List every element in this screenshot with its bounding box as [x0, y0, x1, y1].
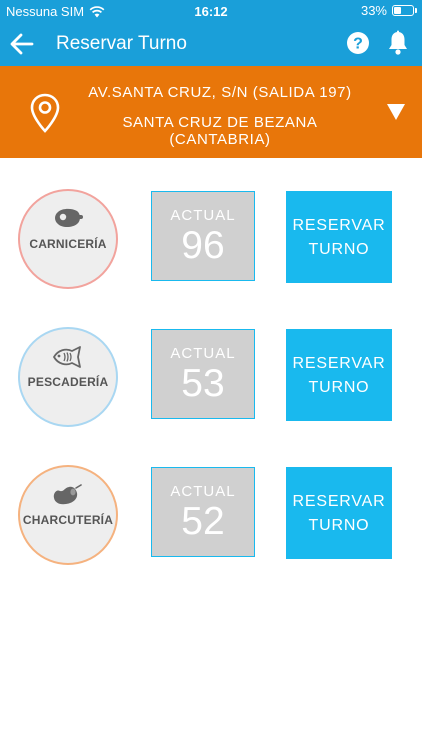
app-header: Reservar Turno ? — [0, 22, 422, 66]
reserve-turn-button[interactable]: RESERVAR TURNO — [286, 329, 392, 421]
department-name: CARNICERÍA — [29, 237, 107, 251]
current-turn-box: ACTUAL 53 — [151, 329, 255, 419]
reserve-label-line2: TURNO — [308, 517, 370, 534]
reserve-turn-button[interactable]: RESERVAR TURNO — [286, 467, 392, 559]
location-selector[interactable]: AV.SANTA CRUZ, S/N (SALIDA 197) SANTA CR… — [0, 66, 422, 158]
department-row-pescaderia: PESCADERÍA ACTUAL 53 RESERVAR TURNO — [0, 327, 422, 427]
reserve-label-line1: RESERVAR — [292, 493, 386, 510]
location-address: AV.SANTA CRUZ, S/N (SALIDA 197) — [88, 84, 352, 101]
reserve-label-line1: RESERVAR — [292, 217, 386, 234]
current-turn-number: 53 — [181, 362, 225, 405]
reserve-label-line2: TURNO — [308, 379, 370, 396]
department-row-carniceria: CARNICERÍA ACTUAL 96 RESERVAR TURNO — [0, 189, 422, 289]
current-turn-box: ACTUAL 52 — [151, 467, 255, 557]
battery-icon — [392, 5, 417, 16]
caret-down-icon[interactable] — [386, 103, 406, 121]
status-bar: Nessuna SIM 16:12 33% — [0, 0, 422, 22]
page-title: Reservar Turno — [56, 33, 187, 54]
current-turn-number: 52 — [181, 500, 225, 543]
current-turn-number: 96 — [181, 224, 225, 267]
current-turn-label: ACTUAL — [170, 207, 236, 224]
map-pin-icon — [30, 93, 60, 133]
arrow-left-icon[interactable] — [8, 30, 36, 58]
location-city: SANTA CRUZ DE BEZANA (CANTABRIA) — [122, 114, 318, 148]
sausage-icon — [53, 484, 82, 505]
battery-percent: 33% — [360, 3, 387, 18]
meat-icon — [55, 208, 83, 227]
current-turn-label: ACTUAL — [170, 483, 236, 500]
svg-text:?: ? — [353, 36, 363, 53]
department-row-charcuteria: CHARCUTERÍA ACTUAL 52 RESERVAR TURNO — [0, 465, 422, 565]
reserve-turn-button[interactable]: RESERVAR TURNO — [286, 191, 392, 283]
question-circle-icon[interactable]: ? — [346, 31, 370, 55]
current-turn-box: ACTUAL 96 — [151, 191, 255, 281]
department-badge: CARNICERÍA — [18, 189, 118, 289]
current-turn-label: ACTUAL — [170, 345, 236, 362]
clock: 16:12 — [194, 4, 228, 19]
fish-icon — [53, 346, 81, 368]
reserve-label-line1: RESERVAR — [292, 355, 386, 372]
department-name: PESCADERÍA — [27, 375, 109, 389]
department-badge: PESCADERÍA — [18, 327, 118, 427]
department-badge: CHARCUTERÍA — [18, 465, 118, 565]
department-name: CHARCUTERÍA — [22, 513, 114, 527]
bell-icon[interactable] — [386, 30, 410, 56]
reserve-label-line2: TURNO — [308, 241, 370, 258]
